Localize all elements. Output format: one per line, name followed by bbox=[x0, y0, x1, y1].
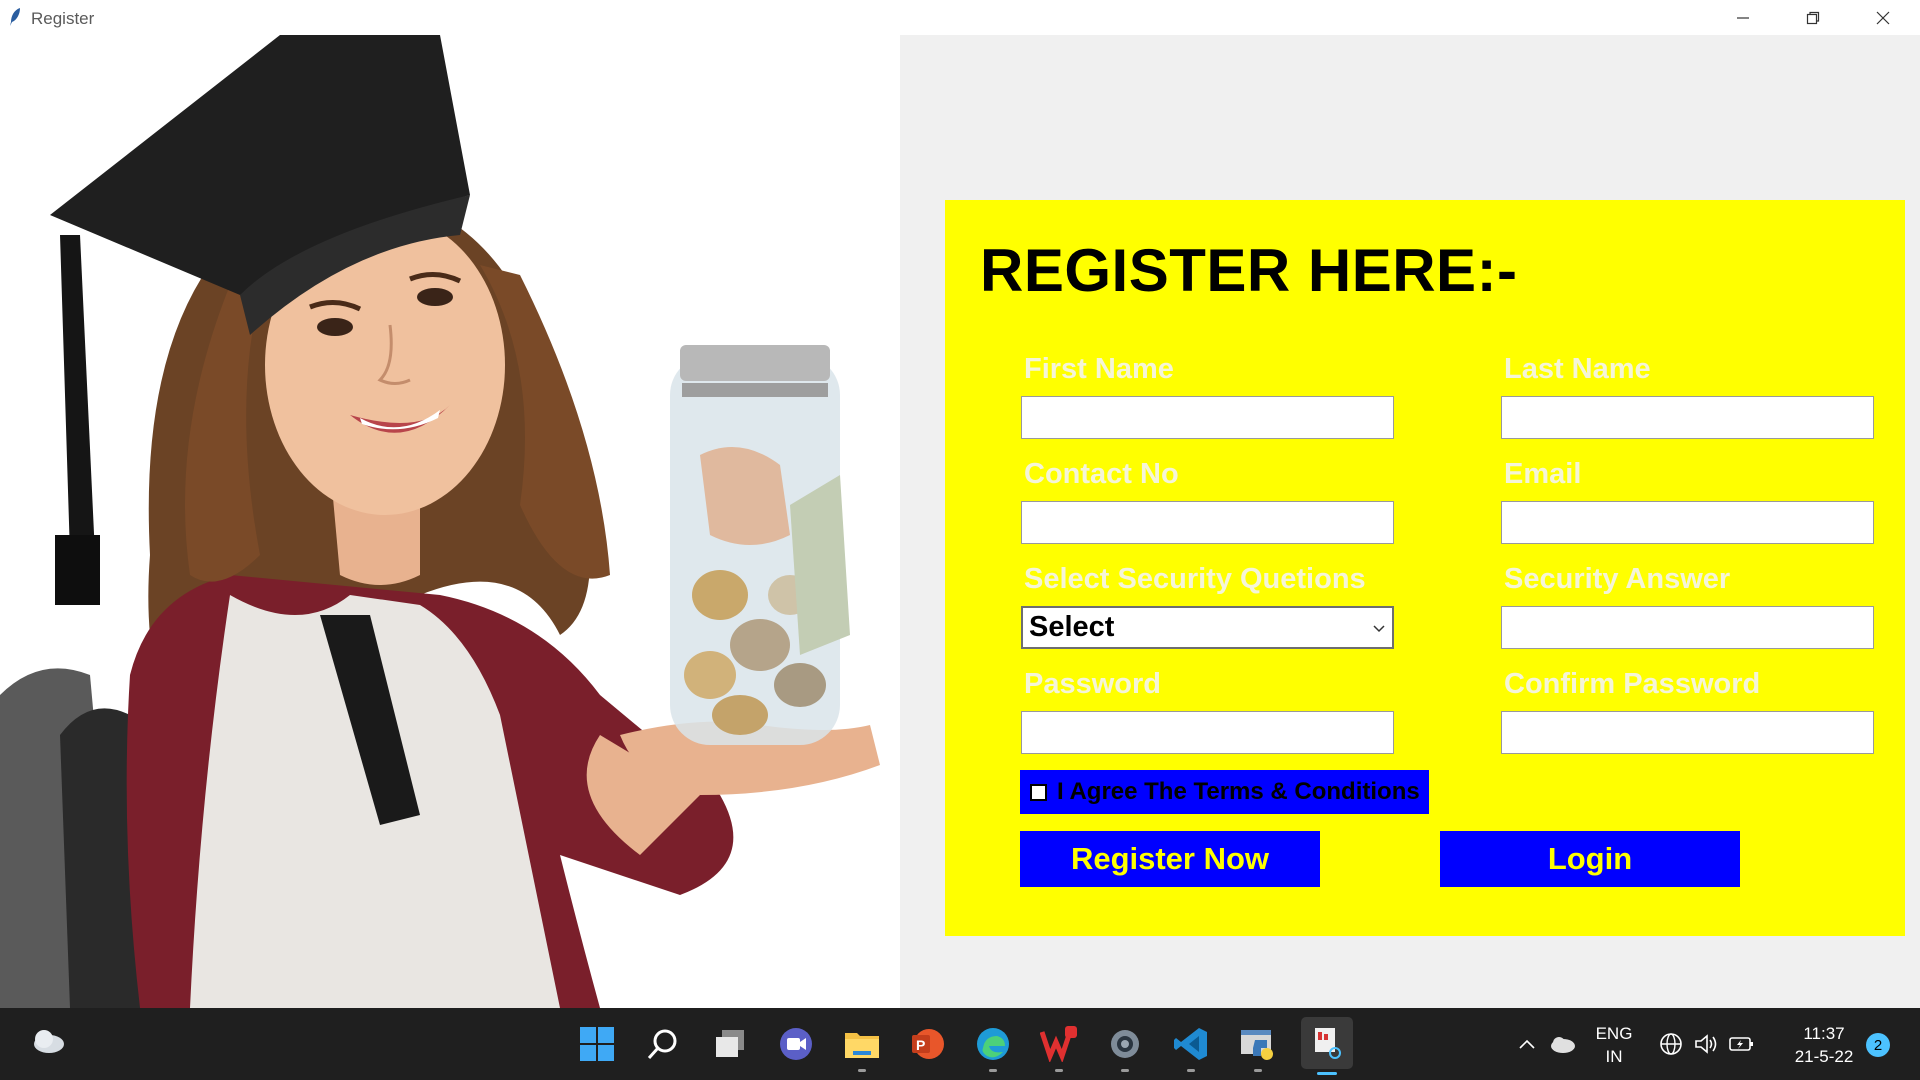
email-label: Email bbox=[1504, 458, 1582, 490]
vscode-icon[interactable] bbox=[1169, 1022, 1213, 1072]
window-title: Register bbox=[31, 9, 95, 28]
minimize-icon bbox=[1737, 16, 1749, 19]
volume-icon[interactable] bbox=[1686, 1022, 1726, 1066]
clock-time: 11:37 bbox=[1803, 1024, 1845, 1043]
first-name-label: First Name bbox=[1024, 353, 1174, 385]
student-with-coin-jar-illustration bbox=[0, 35, 880, 1008]
close-icon bbox=[1876, 11, 1890, 24]
security-question-label: Select Security Quetions bbox=[1024, 563, 1366, 595]
terms-checkbox[interactable] bbox=[1030, 783, 1047, 801]
terms-checkbox-row[interactable]: I Agree The Terms & Conditions bbox=[1020, 770, 1429, 814]
search-icon[interactable] bbox=[641, 1022, 685, 1066]
wps-icon[interactable] bbox=[1037, 1022, 1081, 1072]
close-button[interactable] bbox=[1852, 0, 1914, 35]
snipping-tool-icon[interactable] bbox=[1301, 1017, 1353, 1075]
register-now-button[interactable]: Register Now bbox=[1020, 831, 1320, 887]
language-indicator[interactable]: ENG IN bbox=[1592, 1022, 1636, 1068]
meet-icon[interactable] bbox=[774, 1022, 818, 1066]
confirm-password-label: Confirm Password bbox=[1504, 668, 1761, 700]
start-icon[interactable] bbox=[575, 1022, 619, 1066]
terms-label: I Agree The Terms & Conditions bbox=[1057, 778, 1420, 805]
chevron-down-icon bbox=[1373, 624, 1385, 632]
last-name-label: Last Name bbox=[1504, 353, 1651, 385]
network-icon[interactable] bbox=[1651, 1022, 1691, 1066]
language-bottom: IN bbox=[1605, 1047, 1623, 1066]
contact-no-label: Contact No bbox=[1024, 458, 1179, 490]
minimize-button[interactable] bbox=[1712, 0, 1774, 35]
python-idle-icon[interactable] bbox=[1236, 1022, 1280, 1072]
confirm-password-field[interactable] bbox=[1501, 711, 1874, 754]
security-question-select[interactable]: Select bbox=[1021, 606, 1394, 649]
first-name-field[interactable] bbox=[1021, 396, 1394, 439]
powerpoint-icon[interactable]: P bbox=[905, 1022, 949, 1066]
feather-app-icon bbox=[10, 8, 20, 26]
contact-no-field[interactable] bbox=[1021, 501, 1394, 544]
task-view-icon[interactable] bbox=[708, 1022, 752, 1066]
student-photo bbox=[0, 35, 900, 1008]
battery-charging-icon[interactable] bbox=[1722, 1022, 1762, 1066]
restore-button[interactable] bbox=[1782, 0, 1844, 35]
page-title: REGISTER HERE:- bbox=[980, 237, 1518, 304]
title-bar: Register bbox=[0, 0, 1920, 35]
onedrive-cloud-icon[interactable] bbox=[1541, 1022, 1585, 1066]
edge-icon[interactable] bbox=[971, 1022, 1015, 1072]
register-card: REGISTER HERE:- First Name Last Name Con… bbox=[945, 200, 1905, 936]
security-answer-label: Security Answer bbox=[1504, 563, 1731, 595]
security-question-selected: Select bbox=[1029, 611, 1115, 643]
restore-icon bbox=[1806, 11, 1820, 24]
svg-text:P: P bbox=[916, 1037, 925, 1053]
weather-icon[interactable] bbox=[26, 1019, 70, 1063]
clock[interactable]: 11:37 21-5-22 bbox=[1782, 1022, 1866, 1068]
notification-badge[interactable]: 2 bbox=[1866, 1033, 1890, 1057]
clock-date: 21-5-22 bbox=[1794, 1047, 1854, 1066]
last-name-field[interactable] bbox=[1501, 396, 1874, 439]
email-field[interactable] bbox=[1501, 501, 1874, 544]
password-field[interactable] bbox=[1021, 711, 1394, 754]
password-label: Password bbox=[1024, 668, 1161, 700]
login-button[interactable]: Login bbox=[1440, 831, 1740, 887]
file-explorer-icon[interactable] bbox=[840, 1022, 884, 1072]
settings-icon[interactable] bbox=[1103, 1022, 1147, 1072]
language-top: ENG bbox=[1595, 1024, 1633, 1043]
security-answer-field[interactable] bbox=[1501, 606, 1874, 649]
